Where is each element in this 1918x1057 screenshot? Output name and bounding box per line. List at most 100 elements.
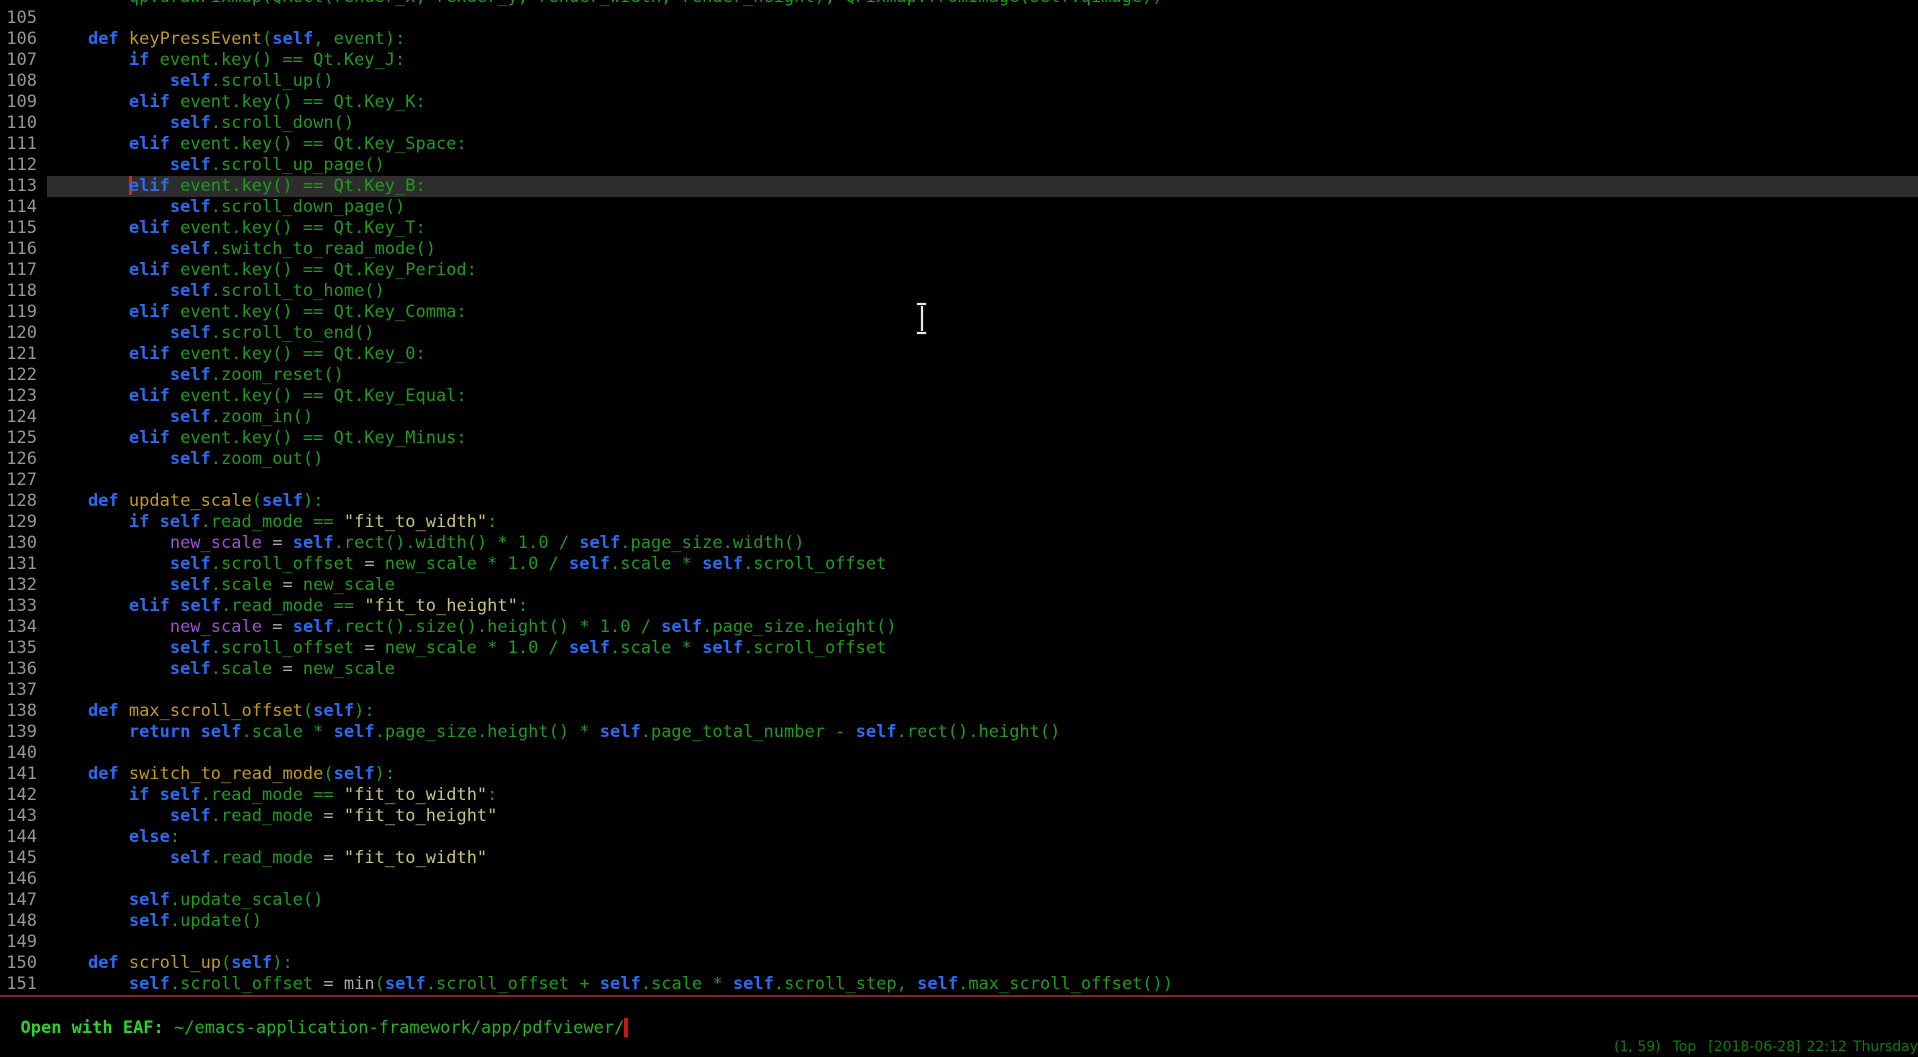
code-line[interactable]: 143 self.read_mode = "fit_to_height" xyxy=(0,806,1918,827)
code-line[interactable]: 141 def switch_to_read_mode(self): xyxy=(0,764,1918,785)
line-number: 150 xyxy=(0,953,47,974)
line-number: 143 xyxy=(0,806,47,827)
line-number: 137 xyxy=(0,680,47,701)
code-line[interactable]: 112 self.scroll_up_page() xyxy=(0,155,1918,176)
line-number: 139 xyxy=(0,722,47,743)
code-line[interactable]: 135 self.scroll_offset = new_scale * 1.0… xyxy=(0,638,1918,659)
line-number: 113 xyxy=(0,176,47,197)
code-line[interactable]: 142 if self.read_mode == "fit_to_width": xyxy=(0,785,1918,806)
minibuffer-prompt: Open with EAF: xyxy=(20,1018,174,1038)
line-number: 120 xyxy=(0,323,47,344)
code-line[interactable]: 113 elif event.key() == Qt.Key_B: xyxy=(0,176,1918,197)
minibuffer-cursor xyxy=(624,1018,628,1037)
code-line[interactable]: 145 self.read_mode = "fit_to_width" xyxy=(0,848,1918,869)
code-line[interactable]: 139 return self.scale * self.page_size.h… xyxy=(0,722,1918,743)
code-line[interactable]: 127 xyxy=(0,470,1918,491)
code-line[interactable]: 138 def max_scroll_offset(self): xyxy=(0,701,1918,722)
line-number: 129 xyxy=(0,512,47,533)
line-number: 124 xyxy=(0,407,47,428)
code-line[interactable]: 125 elif event.key() == Qt.Key_Minus: xyxy=(0,428,1918,449)
code-line[interactable]: 116 self.switch_to_read_mode() xyxy=(0,239,1918,260)
code-line[interactable]: 130 new_scale = self.rect().width() * 1.… xyxy=(0,533,1918,554)
line-number: 106 xyxy=(0,29,47,50)
status-tray: (1, 59)Top[2018-06-28]22:12Thursday xyxy=(1605,1017,1918,1037)
line-number: 133 xyxy=(0,596,47,617)
code-line[interactable]: 108 self.scroll_up() xyxy=(0,71,1918,92)
line-number: 135 xyxy=(0,638,47,659)
line-number: 122 xyxy=(0,365,47,386)
code-line[interactable]: 120 self.scroll_to_end() xyxy=(0,323,1918,344)
line-number: 148 xyxy=(0,911,47,932)
code-line[interactable]: 148 self.update() xyxy=(0,911,1918,932)
line-number: 131 xyxy=(0,554,47,575)
line-number: 128 xyxy=(0,491,47,512)
code-line[interactable]: 126 self.zoom_out() xyxy=(0,449,1918,470)
code-line[interactable]: 150 def scroll_up(self): xyxy=(0,953,1918,974)
code-line[interactable]: 147 self.update_scale() xyxy=(0,890,1918,911)
line-number: 108 xyxy=(0,71,47,92)
line-number: 110 xyxy=(0,113,47,134)
scroll-position: Top xyxy=(1673,1039,1697,1055)
line-number: 126 xyxy=(0,449,47,470)
code-line[interactable]: 117 elif event.key() == Qt.Key_Period: xyxy=(0,260,1918,281)
line-number: 134 xyxy=(0,617,47,638)
code-line[interactable]: 129 if self.read_mode == "fit_to_width": xyxy=(0,512,1918,533)
code-line[interactable]: 132 self.scale = new_scale xyxy=(0,575,1918,596)
line-number: 115 xyxy=(0,218,47,239)
line-number: 144 xyxy=(0,827,47,848)
code-line[interactable]: qp.drawPixmap(QRect(render_x, render_y, … xyxy=(0,0,1918,8)
code-line[interactable]: 122 self.zoom_reset() xyxy=(0,365,1918,386)
code-line[interactable]: 110 self.scroll_down() xyxy=(0,113,1918,134)
line-number: 151 xyxy=(0,974,47,995)
line-number: 117 xyxy=(0,260,47,281)
code-line[interactable]: 105 xyxy=(0,8,1918,29)
line-number: 105 xyxy=(0,8,47,29)
code-line[interactable]: 111 elif event.key() == Qt.Key_Space: xyxy=(0,134,1918,155)
code-line[interactable]: 115 elif event.key() == Qt.Key_T: xyxy=(0,218,1918,239)
line-number: 119 xyxy=(0,302,47,323)
code-line[interactable]: 121 elif event.key() == Qt.Key_0: xyxy=(0,344,1918,365)
line-number: 147 xyxy=(0,890,47,911)
line-number: 140 xyxy=(0,743,47,764)
code-line[interactable]: 128 def update_scale(self): xyxy=(0,491,1918,512)
line-number: 107 xyxy=(0,50,47,71)
code-line[interactable]: 137 xyxy=(0,680,1918,701)
code-line[interactable]: 149 xyxy=(0,932,1918,953)
minibuffer[interactable]: Open with EAF: ~/emacs-application-frame… xyxy=(0,997,1918,1018)
line-number: 123 xyxy=(0,386,47,407)
status-day: Thursday xyxy=(1853,1039,1918,1055)
code-lines[interactable]: 105106 def keyPressEvent(self, event):10… xyxy=(0,8,1918,995)
line-number: 125 xyxy=(0,428,47,449)
line-number: 136 xyxy=(0,659,47,680)
code-line[interactable]: 131 self.scroll_offset = new_scale * 1.0… xyxy=(0,554,1918,575)
mouse-ibeam-cursor xyxy=(914,301,930,337)
code-line[interactable]: 134 new_scale = self.rect().size().heigh… xyxy=(0,617,1918,638)
code-line[interactable]: 107 if event.key() == Qt.Key_J: xyxy=(0,50,1918,71)
code-line[interactable]: 123 elif event.key() == Qt.Key_Equal: xyxy=(0,386,1918,407)
line-number: 145 xyxy=(0,848,47,869)
code-line[interactable]: 106 def keyPressEvent(self, event): xyxy=(0,29,1918,50)
line-number: 141 xyxy=(0,764,47,785)
minibuffer-input[interactable]: ~/emacs-application-framework/app/pdfvie… xyxy=(174,1018,624,1038)
code-line[interactable]: 124 self.zoom_in() xyxy=(0,407,1918,428)
line-number: 109 xyxy=(0,92,47,113)
code-line[interactable]: 140 xyxy=(0,743,1918,764)
code-line[interactable]: 151 self.scroll_offset = min(self.scroll… xyxy=(0,974,1918,995)
code-line[interactable]: 133 elif self.read_mode == "fit_to_heigh… xyxy=(0,596,1918,617)
cursor-position: (1, 59) xyxy=(1614,1039,1661,1055)
line-number: 132 xyxy=(0,575,47,596)
code-line[interactable]: 109 elif event.key() == Qt.Key_K: xyxy=(0,92,1918,113)
code-buffer[interactable]: qp.drawPixmap(QRect(render_x, render_y, … xyxy=(0,0,1918,995)
line-number: 149 xyxy=(0,932,47,953)
status-time: 22:12 xyxy=(1807,1039,1847,1055)
code-line[interactable]: 144 else: xyxy=(0,827,1918,848)
code-line[interactable]: 118 self.scroll_to_home() xyxy=(0,281,1918,302)
code-line[interactable]: 146 xyxy=(0,869,1918,890)
line-number: 118 xyxy=(0,281,47,302)
line-number: 112 xyxy=(0,155,47,176)
code-line[interactable]: 119 elif event.key() == Qt.Key_Comma: xyxy=(0,302,1918,323)
line-number: 146 xyxy=(0,869,47,890)
code-line[interactable]: 114 self.scroll_down_page() xyxy=(0,197,1918,218)
line-number: 130 xyxy=(0,533,47,554)
code-line[interactable]: 136 self.scale = new_scale xyxy=(0,659,1918,680)
